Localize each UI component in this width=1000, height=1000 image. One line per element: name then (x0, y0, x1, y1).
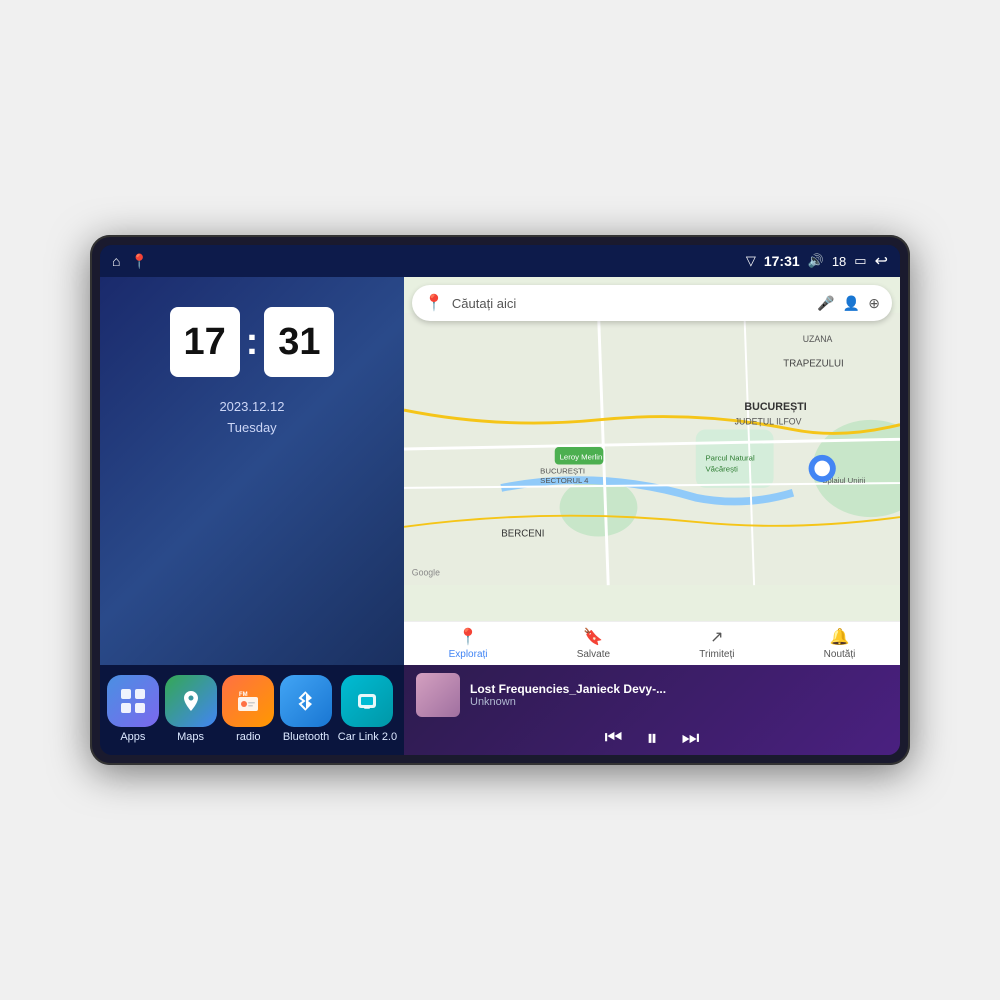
nav-news[interactable]: 🔔 Noutăți (824, 627, 856, 660)
maps-status-icon[interactable]: 📍 (130, 253, 147, 270)
bottom-section: Apps Maps (100, 665, 900, 755)
svg-text:Văcărești: Văcărești (705, 464, 738, 473)
map-bottom-bar: 📍 Explorați 🔖 Salvate ↗ Trimiteți 🔔 Nout… (404, 621, 900, 665)
app-item-carlink[interactable]: Car Link 2.0 (338, 675, 397, 743)
map-svg: BUCUREȘTI JUDEȚUL ILFOV TRAPEZULUI UZANA… (404, 277, 900, 621)
music-title: Lost Frequencies_Janieck Devy-... (470, 682, 670, 696)
app-icons-row: Apps Maps (100, 665, 404, 755)
back-icon[interactable]: ↩ (875, 251, 888, 271)
explore-label: Explorați (449, 649, 488, 660)
signal-icon: ▽ (746, 253, 756, 269)
mic-icon[interactable]: 🎤 (817, 295, 834, 312)
day-value: Tuesday (120, 418, 384, 439)
svg-text:SECTORUL 4: SECTORUL 4 (540, 476, 589, 485)
status-time: 17:31 (764, 253, 800, 269)
play-pause-button[interactable]: ⏸ (646, 725, 657, 751)
svg-text:FM: FM (239, 692, 248, 698)
date-info: 2023.12.12 Tuesday (120, 397, 384, 439)
bluetooth-label: Bluetooth (283, 731, 329, 743)
app-item-apps[interactable]: Apps (107, 675, 159, 743)
search-text[interactable]: Căutați aici (452, 296, 809, 311)
svg-text:Google: Google (412, 567, 440, 577)
radio-icon: FM (222, 675, 274, 727)
maps-label: Maps (177, 731, 204, 743)
svg-text:UZANA: UZANA (803, 334, 833, 344)
music-controls: ⏮ ⏸ ⏭ (416, 725, 888, 751)
account-icon[interactable]: 👤 (843, 295, 860, 312)
send-icon: ↗ (710, 627, 723, 647)
layers-icon[interactable]: ⊕ (868, 295, 880, 312)
main-content: 17 : 31 2023.12.12 Tuesday (100, 277, 900, 665)
maps-pin-icon: 📍 (424, 293, 444, 313)
album-art-inner (416, 673, 460, 717)
news-icon: 🔔 (830, 627, 850, 647)
clock-minutes: 31 (264, 307, 334, 377)
album-art (416, 673, 460, 717)
svg-text:Leroy Merlin: Leroy Merlin (560, 453, 603, 462)
svg-text:BUCUREȘTI: BUCUREȘTI (744, 401, 806, 413)
send-label: Trimiteți (699, 649, 734, 660)
music-info-row: Lost Frequencies_Janieck Devy-... Unknow… (416, 673, 888, 717)
svg-text:BUCUREȘTI: BUCUREȘTI (540, 466, 585, 475)
app-item-bluetooth[interactable]: Bluetooth (280, 675, 332, 743)
svg-text:JUDEȚUL ILFOV: JUDEȚUL ILFOV (735, 417, 802, 427)
news-label: Noutăți (824, 649, 856, 660)
nav-saved[interactable]: 🔖 Salvate (577, 627, 610, 660)
clock-widget: 17 : 31 (120, 307, 384, 377)
carlink-label: Car Link 2.0 (338, 731, 397, 743)
app-item-maps[interactable]: Maps (165, 675, 217, 743)
map-search-bar[interactable]: 📍 Căutați aici 🎤 👤 ⊕ (412, 285, 892, 321)
next-button[interactable]: ⏭ (682, 727, 700, 750)
saved-icon: 🔖 (583, 627, 603, 647)
bluetooth-icon (280, 675, 332, 727)
clock-colon: : (246, 321, 259, 364)
clock-hours: 17 (170, 307, 240, 377)
svg-text:Parcul Natural: Parcul Natural (705, 454, 754, 463)
search-right-icons: 🎤 👤 ⊕ (817, 295, 880, 312)
maps-icon (165, 675, 217, 727)
battery-icon: ▭ (854, 253, 866, 269)
date-value: 2023.12.12 (120, 397, 384, 418)
music-text: Lost Frequencies_Janieck Devy-... Unknow… (470, 682, 888, 708)
status-right-info: ▽ 17:31 🔊 18 ▭ ↩ (746, 251, 888, 271)
left-panel: 17 : 31 2023.12.12 Tuesday (100, 277, 404, 665)
nav-send[interactable]: ↗ Trimiteți (699, 627, 734, 660)
apps-label: Apps (120, 731, 145, 743)
app-item-radio[interactable]: FM radio (222, 675, 274, 743)
volume-icon: 🔊 (808, 253, 824, 269)
map-area[interactable]: BUCUREȘTI JUDEȚUL ILFOV TRAPEZULUI UZANA… (404, 277, 900, 621)
saved-label: Salvate (577, 649, 610, 660)
status-bar: ⌂ 📍 ▽ 17:31 🔊 18 ▭ ↩ (100, 245, 900, 277)
right-panel: BUCUREȘTI JUDEȚUL ILFOV TRAPEZULUI UZANA… (404, 277, 900, 665)
svg-text:TRAPEZULUI: TRAPEZULUI (783, 358, 843, 369)
battery-value: 18 (832, 254, 846, 269)
prev-button[interactable]: ⏮ (604, 727, 622, 750)
music-artist: Unknown (470, 696, 888, 708)
svg-text:BERCENI: BERCENI (501, 529, 544, 540)
apps-icon (107, 675, 159, 727)
music-player: Lost Frequencies_Janieck Devy-... Unknow… (404, 665, 900, 755)
radio-label: radio (236, 731, 260, 743)
home-icon[interactable]: ⌂ (112, 253, 120, 269)
carlink-icon (341, 675, 393, 727)
explore-icon: 📍 (458, 627, 478, 647)
status-left-icons: ⌂ 📍 (112, 253, 148, 270)
device-body: ⌂ 📍 ▽ 17:31 🔊 18 ▭ ↩ 17 : 31 (90, 235, 910, 765)
nav-explore[interactable]: 📍 Explorați (449, 627, 488, 660)
device-screen: ⌂ 📍 ▽ 17:31 🔊 18 ▭ ↩ 17 : 31 (100, 245, 900, 755)
